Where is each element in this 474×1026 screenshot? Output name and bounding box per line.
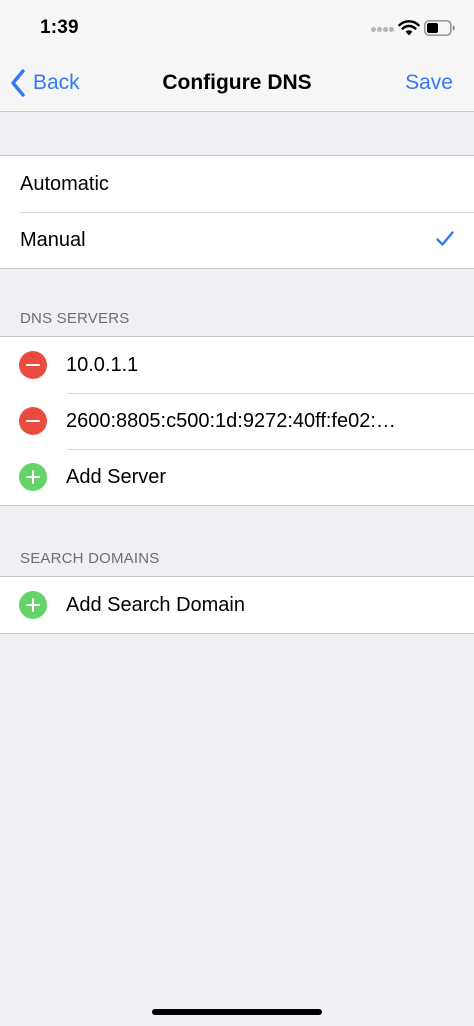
dns-server-row[interactable]: 10.0.1.1 — [0, 337, 474, 393]
add-circle-icon[interactable] — [19, 463, 47, 491]
navigation-bar: Back Configure DNS Save — [0, 56, 474, 112]
home-indicator — [152, 1009, 322, 1015]
add-circle-icon[interactable] — [19, 591, 47, 619]
dns-servers-header: DNS SERVERS — [20, 310, 130, 327]
status-time: 1:39 — [40, 17, 79, 38]
save-button[interactable]: Save — [405, 71, 453, 95]
page-title: Configure DNS — [162, 71, 312, 94]
battery-icon — [424, 20, 455, 36]
add-search-domain-row[interactable]: Add Search Domain — [0, 577, 474, 633]
search-domains-header: SEARCH DOMAINS — [20, 550, 160, 567]
option-automatic[interactable]: Automatic — [0, 156, 474, 212]
add-server-label: Add Server — [66, 465, 167, 488]
dns-server-address: 2600:8805:c500:1d:9272:40ff:fe02:… — [66, 409, 396, 432]
remove-circle-icon[interactable] — [19, 407, 47, 435]
configure-options-group: Automatic Manual — [0, 155, 474, 269]
wifi-icon — [398, 20, 420, 36]
dns-server-row[interactable]: 2600:8805:c500:1d:9272:40ff:fe02:… — [0, 393, 474, 449]
dns-server-address: 10.0.1.1 — [66, 353, 139, 376]
checkmark-icon — [436, 231, 454, 246]
remove-circle-icon[interactable] — [19, 351, 47, 379]
option-label: Automatic — [20, 172, 109, 195]
status-bar: 1:39 — [0, 0, 474, 56]
cellular-signal-icon — [371, 27, 395, 35]
add-server-row[interactable]: Add Server — [0, 449, 474, 505]
add-search-domain-label: Add Search Domain — [66, 593, 245, 616]
dns-servers-group: 10.0.1.1 2600:8805:c500:1d:9272:40ff:fe0… — [0, 336, 474, 506]
search-domains-group: Add Search Domain — [0, 576, 474, 634]
option-label: Manual — [20, 228, 86, 251]
option-manual[interactable]: Manual — [0, 212, 474, 268]
